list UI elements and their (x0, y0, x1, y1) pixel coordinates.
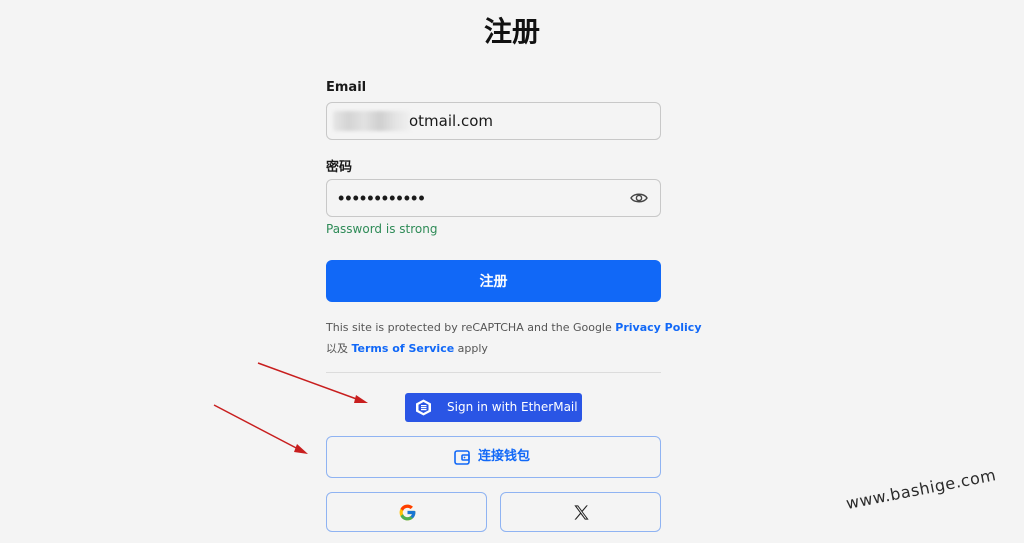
password-strength-hint: Password is strong (326, 222, 438, 236)
wallet-icon (454, 450, 470, 465)
email-value: otmail.com (409, 112, 494, 130)
watermark: www.bashige.com (844, 465, 998, 513)
password-field[interactable]: •••••••••••• (326, 179, 661, 217)
terms-of-service-link[interactable]: Terms of Service (352, 342, 455, 355)
page-title: 注册 (483, 15, 540, 48)
google-icon (399, 504, 416, 521)
privacy-policy-link[interactable]: Privacy Policy (615, 321, 701, 334)
legal-line-2: 以及 Terms of Service apply (326, 338, 666, 359)
arrow-to-ethermail (257, 362, 368, 403)
legal-text-apply: apply (454, 342, 488, 355)
x-logo-icon (574, 505, 589, 520)
connect-wallet-label: 连接钱包 (478, 449, 531, 464)
section-divider (326, 372, 661, 373)
ethermail-logo-icon (416, 399, 431, 416)
google-signin-button[interactable] (326, 492, 487, 532)
redacted-email-prefix (333, 111, 411, 131)
password-label: 密码 (326, 160, 353, 175)
email-label: Email (326, 80, 367, 95)
eye-icon[interactable] (630, 190, 648, 206)
x-signin-button[interactable] (500, 492, 661, 532)
arrow-to-wallet (213, 404, 308, 454)
signup-page: 注册 Email otmail.com 密码 •••••••••••• Pass… (0, 0, 1024, 543)
password-value: •••••••••••• (338, 188, 426, 208)
ethermail-signin-button[interactable]: Sign in with EtherMail (405, 393, 582, 422)
legal-text-and: 以及 (326, 342, 352, 355)
ethermail-label: Sign in with EtherMail (447, 400, 578, 414)
register-button[interactable]: 注册 (326, 260, 661, 302)
connect-wallet-button[interactable]: 连接钱包 (326, 436, 661, 478)
legal-notice: This site is protected by reCAPTCHA and … (326, 317, 702, 359)
legal-line-1: This site is protected by reCAPTCHA and … (326, 317, 702, 338)
email-field[interactable]: otmail.com (326, 102, 661, 140)
legal-text-prefix: This site is protected by reCAPTCHA and … (326, 321, 616, 334)
